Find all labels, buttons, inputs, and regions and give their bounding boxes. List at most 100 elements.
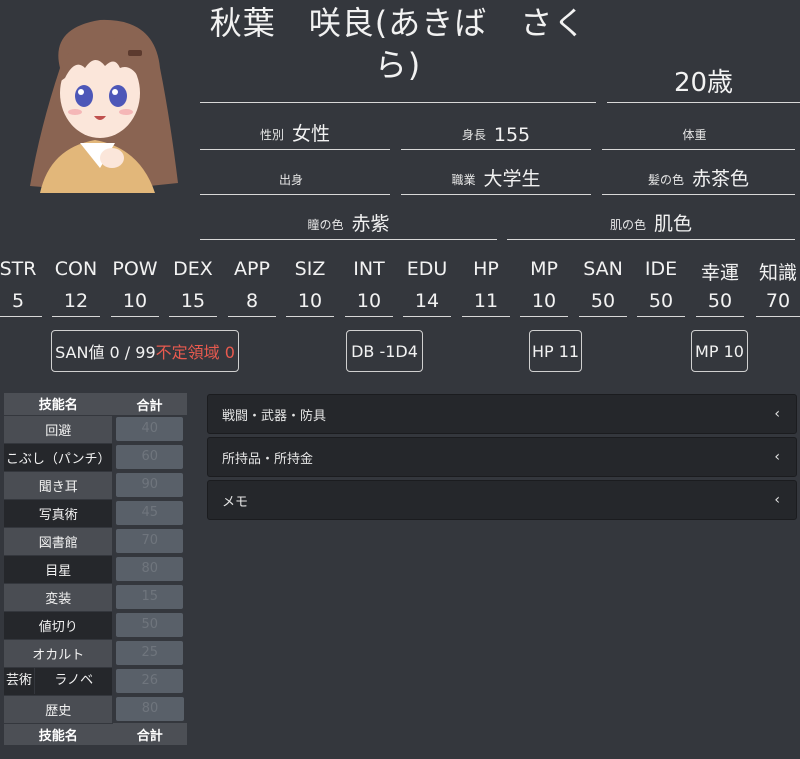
field-value: 肌色 <box>654 213 693 235</box>
skill-total-cell: 15 <box>113 583 187 611</box>
skill-name: 回避 <box>2 414 114 444</box>
skill-name: オカルト <box>2 638 114 668</box>
skill-total: 90 <box>116 473 183 497</box>
field-label: 瞳の色 <box>307 218 344 232</box>
field-value: 女性 <box>292 123 331 145</box>
skill-total: 15 <box>116 585 183 609</box>
table-row: 回避 40 <box>2 414 187 444</box>
field-height: 身長 155 <box>401 118 591 150</box>
chevron-left-icon: ‹ <box>774 449 780 465</box>
section-label: 所持品・所持金 <box>222 451 314 467</box>
stat-name-app: APP <box>234 258 270 280</box>
stat-name-int: INT <box>353 258 385 280</box>
stat-value-siz: 10 <box>286 288 334 317</box>
section-items-toggle[interactable]: 所持品・所持金 ‹ <box>207 437 797 477</box>
stat-value-dex: 15 <box>169 288 217 317</box>
stat-value-int: 10 <box>345 288 393 317</box>
column-footer-total: 合計 <box>112 723 187 745</box>
table-row: 芸術 ラノベ 26 <box>2 666 187 696</box>
column-header-total: 合計 <box>112 393 187 415</box>
field-hair-color: 髪の色 赤茶色 <box>602 163 795 195</box>
skill-total: 25 <box>116 641 183 665</box>
stat-name-siz: SIZ <box>294 258 326 280</box>
section-label: メモ <box>222 494 249 510</box>
skill-total: 70 <box>116 529 183 553</box>
stat-name-mp: MP <box>530 258 558 280</box>
skill-name: 聞き耳 <box>2 470 114 500</box>
stat-name-san: SAN <box>583 258 623 280</box>
character-name: 秋葉 咲良(あきば さく ら) <box>200 2 596 103</box>
table-row: 値切り 50 <box>2 610 187 640</box>
table-row: 写真術 45 <box>2 498 187 528</box>
section-label: 戦闘・武器・防具 <box>222 408 327 424</box>
skill-total: 40 <box>116 417 183 441</box>
skill-name: ラノベ <box>54 673 94 688</box>
skill-total-cell: 50 <box>113 611 187 639</box>
stat-value-mp: 10 <box>520 288 568 317</box>
skill-total: 45 <box>116 501 183 525</box>
skill-total-cell: 25 <box>113 639 187 667</box>
skill-total-cell: 70 <box>113 527 187 555</box>
stat-name-con: CON <box>54 258 98 280</box>
stat-value-con: 12 <box>52 288 100 317</box>
field-eye-color: 瞳の色 赤紫 <box>200 208 497 240</box>
stat-value-know: 70 <box>756 288 800 317</box>
stat-name-luck: 幸運 <box>700 262 739 284</box>
skill-total-cell: 45 <box>113 499 187 527</box>
stat-value-str: 5 <box>0 288 42 317</box>
field-weight: 体重 <box>602 118 795 150</box>
character-portrait <box>20 8 180 193</box>
column-header-skill: 技能名 <box>3 393 113 415</box>
section-memo-toggle[interactable]: メモ ‹ <box>207 480 797 520</box>
skill-total: 80 <box>116 557 183 581</box>
stat-value-pow: 10 <box>111 288 159 317</box>
mp-badge: MP 10 <box>691 330 748 372</box>
skill-name: 図書館 <box>2 526 114 556</box>
hp-badge: HP 11 <box>529 330 582 372</box>
san-value: SAN値 0 / 99 <box>55 343 156 362</box>
field-label: 体重 <box>682 128 707 142</box>
character-age: 20歳 <box>607 58 800 103</box>
skill-total: 50 <box>116 613 183 637</box>
field-value: 大学生 <box>483 168 541 190</box>
stat-name-know: 知識 <box>758 262 797 284</box>
skill-name-cell: 芸術 ラノベ <box>2 666 114 696</box>
chevron-left-icon: ‹ <box>774 406 780 422</box>
table-row: 歴史 80 <box>2 694 187 724</box>
db-badge: DB -1D4 <box>346 330 423 372</box>
skill-name: 写真術 <box>2 498 114 528</box>
table-row: 図書館 70 <box>2 526 187 556</box>
stat-name-dex: DEX <box>173 258 213 280</box>
skill-total: 60 <box>116 445 183 469</box>
table-footer-row: 技能名 合計 <box>3 723 187 745</box>
field-label: 性別 <box>259 128 284 142</box>
skill-name: 目星 <box>2 554 114 584</box>
skill-total-cell: 80 <box>113 555 187 583</box>
skill-total: 26 <box>116 669 183 693</box>
skill-category: 芸術 <box>4 668 35 694</box>
stat-value-hp: 11 <box>462 288 510 317</box>
stat-value-san: 50 <box>579 288 627 317</box>
field-label: 身長 <box>461 128 486 142</box>
table-row: 目星 80 <box>2 554 187 584</box>
field-label: 職業 <box>451 173 476 187</box>
skill-name: 歴史 <box>2 694 114 724</box>
column-footer-skill: 技能名 <box>3 723 113 745</box>
name-line-1: 秋葉 咲良(あきば さく <box>209 4 587 42</box>
name-line-2: ら) <box>374 46 422 84</box>
san-badge: SAN値 0 / 99 不定領域 0 <box>51 330 239 372</box>
stat-value-edu: 14 <box>403 288 451 317</box>
table-row: こぶし（パンチ） 60 <box>2 442 187 472</box>
stat-name-ide: IDE <box>644 258 678 280</box>
skill-table: 技能名 合計 回避 40 こぶし（パンチ） 60 聞き耳 90 写真術 45 図… <box>2 393 187 745</box>
skill-total-cell: 60 <box>113 443 187 471</box>
section-combat-toggle[interactable]: 戦闘・武器・防具 ‹ <box>207 394 797 434</box>
field-skin-color: 肌の色 肌色 <box>507 208 795 240</box>
field-occupation: 職業 大学生 <box>401 163 591 195</box>
skill-total-cell: 26 <box>113 667 187 695</box>
stat-value-ide: 50 <box>637 288 685 317</box>
skill-total-cell: 90 <box>113 471 187 499</box>
skill-total: 80 <box>116 697 184 721</box>
skill-name: 変装 <box>2 582 114 612</box>
field-value: 155 <box>493 124 531 146</box>
